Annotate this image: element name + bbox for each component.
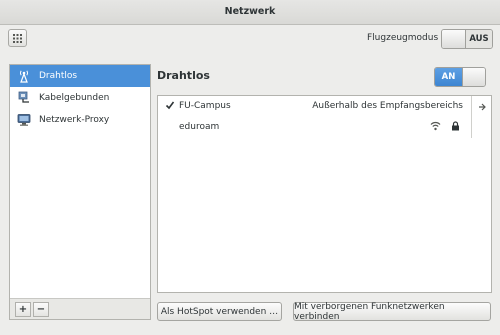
- network-details-button[interactable]: [471, 96, 491, 117]
- sidebar-item-proxy[interactable]: Netzwerk-Proxy: [10, 109, 150, 131]
- airplane-mode-switch[interactable]: AUS: [441, 29, 493, 49]
- check-icon: [165, 100, 175, 113]
- window-title: Netzwerk: [0, 0, 500, 25]
- network-name: eduroam: [179, 122, 220, 132]
- sidebar-item-wireless[interactable]: Drahtlos: [10, 65, 150, 87]
- sidebar: Drahtlos Kabelgebunden Netzwerk-Proxy + …: [9, 64, 151, 320]
- network-proxy-icon: [16, 112, 32, 128]
- sidebar-item-label: Drahtlos: [39, 71, 78, 81]
- sidebar-item-label: Kabelgebunden: [39, 93, 110, 103]
- wifi-signal-icon: [430, 121, 441, 134]
- network-list: FU-Campus Außerhalb des Empfangsbereichs…: [157, 95, 492, 293]
- network-name: FU-Campus: [179, 101, 231, 111]
- wired-network-icon: [16, 90, 32, 106]
- network-row-fu-campus[interactable]: FU-Campus Außerhalb des Empfangsbereichs: [158, 96, 491, 117]
- add-connection-button[interactable]: +: [15, 301, 31, 317]
- airplane-switch-state: AUS: [466, 30, 492, 48]
- app-menu-button[interactable]: [8, 29, 27, 47]
- arrow-right-icon: [478, 103, 486, 110]
- sidebar-toolbar: + −: [10, 298, 150, 319]
- switch-knob: [462, 68, 485, 86]
- sidebar-item-label: Netzwerk-Proxy: [39, 115, 110, 125]
- grid-icon: [13, 33, 22, 43]
- wifi-switch[interactable]: AN: [434, 67, 486, 87]
- connect-hidden-network-button[interactable]: Mit verborgenen Funknetzwerken verbinden: [293, 302, 491, 322]
- remove-connection-button[interactable]: −: [33, 301, 49, 317]
- network-status: Außerhalb des Empfangsbereichs: [312, 101, 463, 111]
- airplane-mode-label: Flugzeugmodus: [367, 33, 439, 43]
- lock-icon: [451, 121, 460, 134]
- wireless-antenna-icon: [16, 68, 32, 84]
- wifi-switch-state: AN: [435, 68, 462, 86]
- switch-knob: [442, 30, 466, 48]
- network-row-eduroam[interactable]: eduroam: [158, 117, 491, 138]
- page-title: Drahtlos: [157, 69, 210, 82]
- sidebar-item-wired[interactable]: Kabelgebunden: [10, 87, 150, 109]
- use-as-hotspot-button[interactable]: Als HotSpot verwenden …: [157, 302, 282, 321]
- row-divider: [471, 117, 472, 138]
